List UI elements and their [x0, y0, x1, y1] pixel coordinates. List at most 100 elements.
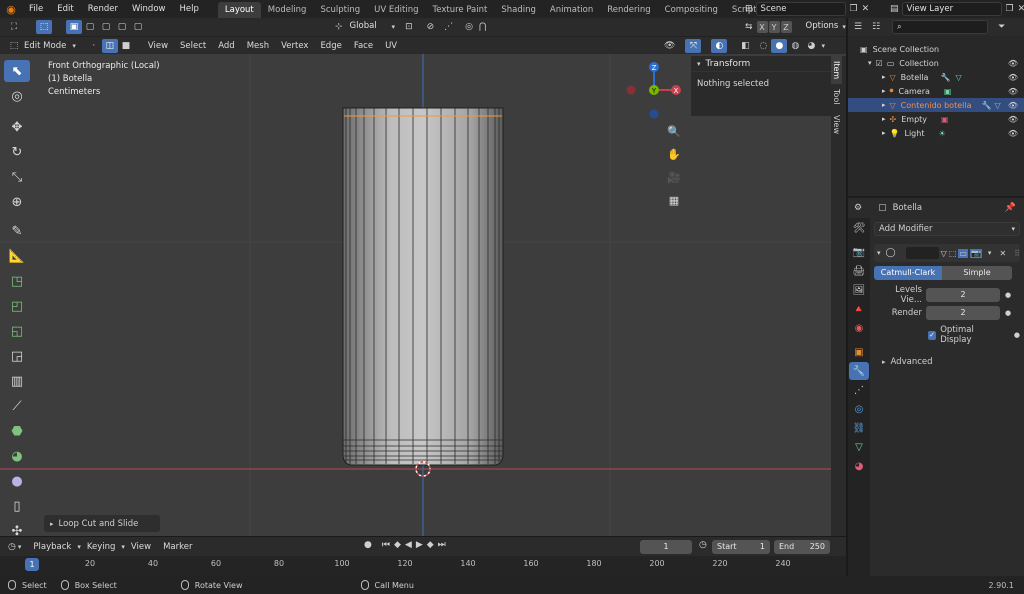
- play-reverse-icon[interactable]: ◀: [405, 540, 412, 550]
- view-layer-props-icon[interactable]: 🖼: [849, 281, 869, 299]
- current-frame-field[interactable]: 1: [640, 540, 692, 554]
- menu-keying[interactable]: Keying: [81, 538, 122, 556]
- select-box-tool-icon[interactable]: ⬉: [4, 60, 30, 82]
- eye-icon[interactable]: 👁: [1008, 101, 1018, 110]
- keyframe-dot-icon[interactable]: ●: [1005, 309, 1011, 317]
- outliner-item-botella[interactable]: ▸ ▽ Botella 🔧 ▽ 👁: [848, 70, 1024, 84]
- expand-arrow-icon[interactable]: ▸: [882, 73, 886, 81]
- pin-icon[interactable]: 📌: [1005, 203, 1016, 213]
- view-layer-selector[interactable]: View Layer: [901, 2, 1002, 16]
- menu-uv[interactable]: UV: [379, 37, 403, 55]
- advanced-subpanel[interactable]: ▸ Advanced: [874, 357, 1020, 367]
- scale-tool-icon[interactable]: ⤡: [4, 166, 30, 188]
- scene-copy-icon[interactable]: ❐: [850, 4, 858, 14]
- tab-texture-paint[interactable]: Texture Paint: [426, 2, 495, 18]
- outliner-item-empty[interactable]: ▸ ✣ Empty ▣ 👁: [848, 112, 1024, 126]
- blender-logo-icon[interactable]: ◉: [0, 3, 22, 16]
- viewport-toggle-icon[interactable]: ▭: [958, 248, 968, 258]
- keyframe-dot-icon[interactable]: ●: [1014, 331, 1020, 339]
- catmull-clark-button[interactable]: Catmull-Clark: [874, 266, 942, 280]
- mirror-y-toggle[interactable]: Y: [768, 21, 780, 33]
- tab-view[interactable]: View: [831, 110, 842, 139]
- menu-window[interactable]: Window: [125, 0, 173, 18]
- editor-type-icon[interactable]: ⛶: [6, 20, 22, 34]
- gizmo-toggle-icon[interactable]: ⤧: [685, 39, 702, 53]
- add-modifier-dropdown[interactable]: Add Modifier ▾: [874, 222, 1020, 236]
- render-props-icon[interactable]: 📷: [849, 243, 869, 261]
- outliner-collection[interactable]: ▾ ☑ ▭ Collection 👁: [848, 56, 1024, 70]
- mirror-x-toggle[interactable]: X: [756, 21, 768, 33]
- pivot-icon[interactable]: ⊡: [405, 22, 413, 32]
- mode-dropdown[interactable]: Edit Mode: [22, 37, 72, 55]
- poly-build-tool-icon[interactable]: ⬣: [4, 420, 30, 442]
- drag-handle-icon[interactable]: ⠿: [1014, 249, 1020, 258]
- record-icon[interactable]: ●: [364, 540, 372, 550]
- playhead-marker[interactable]: 1: [25, 558, 39, 571]
- face-select-icon[interactable]: ■: [118, 39, 134, 53]
- ortho-grid-icon[interactable]: ▦: [664, 190, 684, 210]
- modifier-props-icon[interactable]: 🔧: [849, 362, 869, 380]
- tab-uv-editing[interactable]: UV Editing: [367, 2, 425, 18]
- menu-vertex[interactable]: Vertex: [275, 37, 314, 55]
- eye-icon[interactable]: 👁: [1008, 73, 1018, 82]
- shading-material-icon[interactable]: ◍: [787, 39, 803, 53]
- inset-tool-icon[interactable]: ◱: [4, 320, 30, 342]
- transform-panel-title[interactable]: Transform: [706, 59, 751, 69]
- tab-layout[interactable]: Layout: [217, 1, 261, 18]
- transform-orientation-dropdown[interactable]: Global: [346, 20, 392, 34]
- select-mode-invert-icon[interactable]: ▢: [114, 20, 130, 34]
- menu-timeline-view[interactable]: View: [125, 538, 157, 556]
- render-toggle-icon[interactable]: 📷: [969, 248, 982, 258]
- measure-tool-icon[interactable]: 📐: [4, 245, 30, 267]
- 3d-viewport[interactable]: ⛶ ⬚ ▣ ▢ ▢ ▢ ▢ ⊹ Global ▾ ⊡ ⊘ ⋰ ◎ ⋂ ⇆ X Y…: [0, 18, 846, 536]
- on-cage-icon[interactable]: ▽: [941, 249, 947, 258]
- chevron-down-icon[interactable]: ▾: [821, 42, 825, 50]
- mirror-z-toggle[interactable]: Z: [780, 21, 792, 33]
- menu-select[interactable]: Select: [174, 37, 212, 55]
- checkbox-icon[interactable]: ☑: [876, 59, 883, 68]
- menu-face[interactable]: Face: [348, 37, 379, 55]
- constraints-props-icon[interactable]: ⛓: [849, 419, 869, 437]
- mirror-icon[interactable]: ⇆: [745, 22, 753, 32]
- jump-end-icon[interactable]: ⏭: [438, 540, 446, 550]
- bevel-tool-icon[interactable]: ◲: [4, 345, 30, 367]
- viewport-canvas[interactable]: [0, 54, 831, 536]
- spin-tool-icon[interactable]: ◕: [4, 445, 30, 467]
- snap-target-icon[interactable]: ⋰: [444, 22, 453, 32]
- play-icon[interactable]: ▶: [416, 540, 423, 550]
- physics-props-icon[interactable]: ◎: [849, 400, 869, 418]
- scene-close-icon[interactable]: ✕: [862, 4, 870, 14]
- view-layer-close-icon[interactable]: ✕: [1018, 4, 1024, 14]
- edge-select-icon[interactable]: ◫: [101, 38, 118, 53]
- overlay-toggle-icon[interactable]: ◐: [711, 39, 728, 53]
- outliner-item-camera[interactable]: ▸ ⏺ Camera ▣ 👁: [848, 84, 1024, 98]
- expand-arrow-icon[interactable]: ▾: [868, 59, 872, 67]
- menu-help[interactable]: Help: [172, 0, 205, 18]
- material-props-icon[interactable]: ◕: [849, 457, 869, 475]
- outliner-item-contenido-botella[interactable]: ▸ ▽ Contenido botella 🔧 ▽ 👁: [848, 98, 1024, 112]
- properties-editor-icon[interactable]: ⚙: [854, 203, 862, 213]
- scene-icon[interactable]: ⊞: [745, 4, 753, 14]
- add-cube-tool-icon[interactable]: ◳: [4, 270, 30, 292]
- data-props-icon[interactable]: ▽: [849, 438, 869, 456]
- collapse-arrow-icon[interactable]: ▾: [697, 60, 701, 68]
- camera-view-icon[interactable]: 🎥: [664, 167, 684, 187]
- tool-props-icon[interactable]: 🛠: [849, 219, 869, 237]
- expand-arrow-icon[interactable]: ▸: [882, 129, 886, 137]
- collapse-arrow-icon[interactable]: ▾: [877, 249, 881, 257]
- scene-selector[interactable]: Scene: [755, 2, 846, 16]
- select-tool-icon[interactable]: ⬚: [36, 20, 52, 34]
- expand-arrow-icon[interactable]: ▸: [882, 87, 886, 95]
- particles-props-icon[interactable]: ⋰: [849, 381, 869, 399]
- end-frame-field[interactable]: End 250: [774, 540, 830, 554]
- last-operator-panel[interactable]: ▸ Loop Cut and Slide: [44, 515, 160, 532]
- outliner-item-light[interactable]: ▸ 💡 Light ☀ 👁: [848, 126, 1024, 140]
- visibility-icon[interactable]: 👁: [664, 41, 675, 51]
- expand-arrow-icon[interactable]: ▸: [50, 520, 54, 528]
- levels-viewport-field[interactable]: 2: [926, 288, 1000, 302]
- optimal-display-checkbox[interactable]: ✓: [928, 330, 937, 340]
- clock-icon[interactable]: ◷: [699, 540, 707, 550]
- menu-mesh[interactable]: Mesh: [241, 37, 275, 55]
- chevron-down-icon[interactable]: ▾: [72, 42, 76, 50]
- timeline-ruler[interactable]: 1 20 40 60 80 100 120 140 160 180 200 22…: [0, 556, 846, 576]
